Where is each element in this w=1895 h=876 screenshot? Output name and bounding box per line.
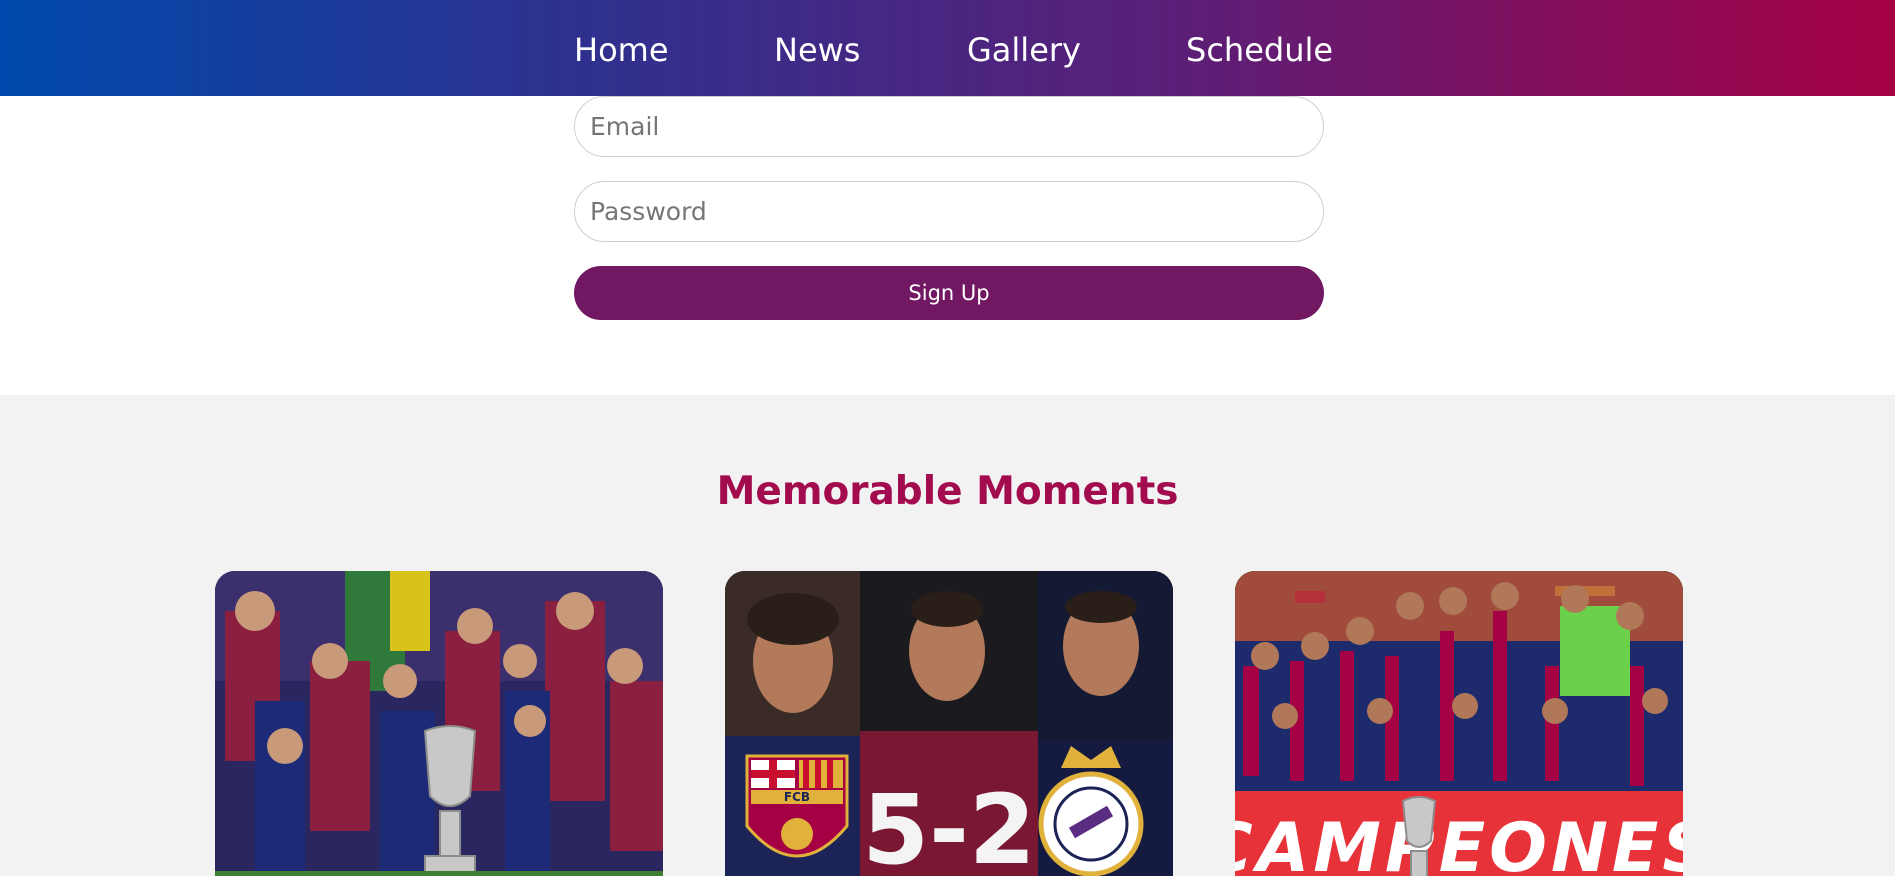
match-score-text: 5-2 bbox=[862, 774, 1035, 876]
nav-gallery-link[interactable]: Gallery bbox=[967, 28, 1081, 72]
signup-section: Sign Up bbox=[0, 96, 1895, 395]
email-field[interactable] bbox=[574, 96, 1324, 157]
signup-button[interactable]: Sign Up bbox=[574, 266, 1324, 320]
nav-schedule-link[interactable]: Schedule bbox=[1186, 28, 1333, 72]
moment-card-trophy[interactable] bbox=[215, 571, 663, 876]
password-field[interactable] bbox=[574, 181, 1324, 242]
memorable-moments-section: Memorable Moments FCB 5-2 AMPEONE bbox=[0, 395, 1895, 876]
moment-card-score[interactable]: FCB 5-2 bbox=[725, 571, 1173, 876]
nav-home-link[interactable]: Home bbox=[574, 28, 669, 72]
match-score-photo: FCB 5-2 bbox=[725, 571, 1173, 876]
nav-news-link[interactable]: News bbox=[774, 28, 860, 72]
trophy-celebration-photo bbox=[215, 571, 663, 876]
section-title: Memorable Moments bbox=[716, 469, 1179, 514]
top-navbar: Home News Gallery Schedule bbox=[0, 0, 1895, 96]
team-champions-photo: CAMPEONES bbox=[1235, 571, 1683, 876]
moment-card-champions[interactable]: CAMPEONES bbox=[1235, 571, 1683, 876]
champions-banner-text: CAMPEONES bbox=[1235, 809, 1683, 876]
crest-label: FCB bbox=[784, 790, 810, 804]
